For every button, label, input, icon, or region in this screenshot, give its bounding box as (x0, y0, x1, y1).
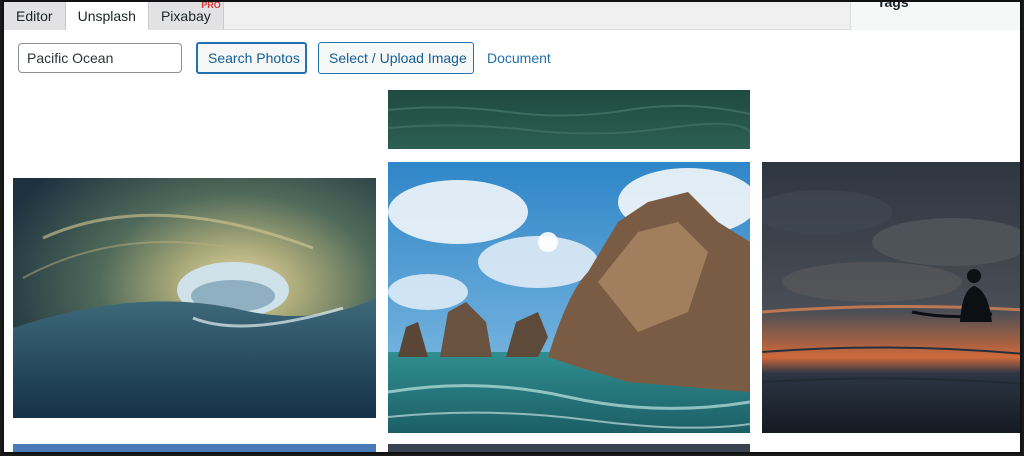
photo-bottom-left[interactable] (13, 444, 376, 452)
photo-rock-arch-coast[interactable] (388, 162, 750, 433)
surfer-dusk-image (762, 162, 1020, 433)
ocean-strip-image (388, 90, 750, 149)
photo-bottom-center[interactable] (388, 444, 750, 452)
select-upload-image-button[interactable]: Select / Upload Image (318, 42, 474, 74)
source-tabs: Editor Unsplash Pixabay PRO (4, 2, 224, 30)
image-picker-panel: Tags Editor Unsplash Pixabay PRO Search … (2, 0, 1022, 454)
pro-badge: PRO (201, 0, 221, 10)
tags-panel: Tags (850, 0, 1020, 30)
search-photos-button[interactable]: Search Photos (196, 42, 307, 74)
photo-wave-barrel[interactable] (13, 178, 376, 418)
search-toolbar: Search Photos Select / Upload Image Docu… (4, 30, 1020, 88)
photo-surfer-dusk[interactable] (762, 162, 1020, 433)
tab-pixabay-label: Pixabay (160, 8, 211, 24)
tab-pixabay[interactable]: Pixabay PRO (148, 0, 224, 30)
document-link[interactable]: Document (487, 50, 551, 66)
search-input[interactable] (18, 43, 182, 73)
tags-label: Tags (877, 0, 909, 10)
tab-unsplash[interactable]: Unsplash (65, 2, 149, 30)
tab-editor[interactable]: Editor (4, 2, 66, 30)
rock-arch-image (388, 162, 750, 433)
wave-barrel-image (13, 178, 376, 418)
photo-ocean-strip[interactable] (388, 90, 750, 149)
